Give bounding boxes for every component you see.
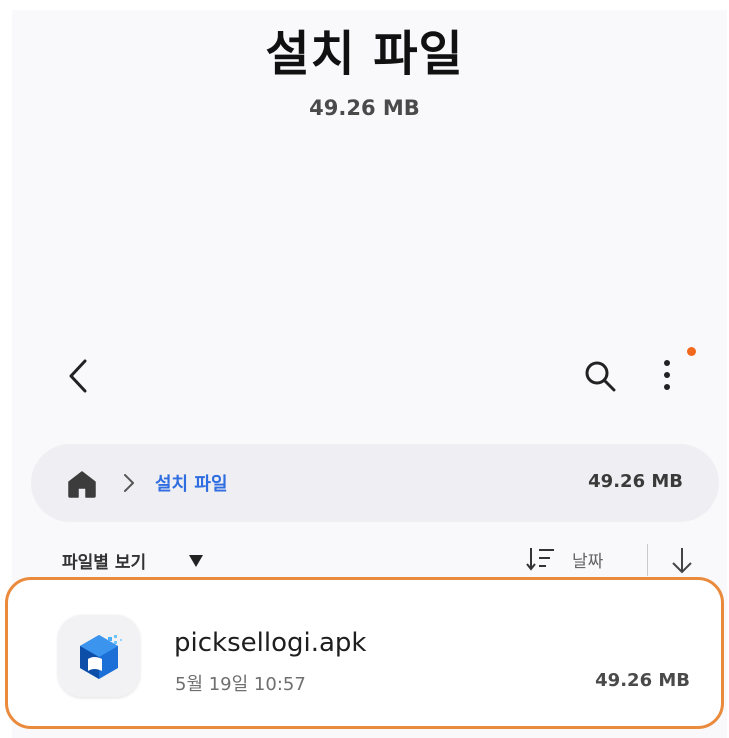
file-manager-screen: 설치 파일 49.26 MB 설치 파일 49.26 MB 파일별 보기 날짜 … xyxy=(0,0,729,738)
file-date: 5월 19일 10:57 xyxy=(175,674,306,695)
file-name: picksellogi.apk xyxy=(174,628,367,658)
caret-down-icon[interactable] xyxy=(188,553,204,567)
home-icon xyxy=(68,471,96,498)
search-button[interactable] xyxy=(580,355,620,397)
sort-icon[interactable] xyxy=(526,546,556,572)
breadcrumb-folder-size: 49.26 MB xyxy=(588,471,683,492)
divider xyxy=(647,544,648,576)
sort-by-date-button[interactable]: 날짜 xyxy=(572,547,603,572)
more-options-button[interactable] xyxy=(652,352,682,398)
chevron-left-icon xyxy=(69,359,87,393)
breadcrumb-current-folder[interactable]: 설치 파일 xyxy=(155,470,228,496)
list-item[interactable]: picksellogi.apk 5월 19일 10:57 49.26 MB xyxy=(5,577,724,729)
more-vertical-icon xyxy=(664,360,670,390)
chevron-right-icon xyxy=(121,471,137,495)
breadcrumb: 설치 파일 49.26 MB xyxy=(31,444,719,522)
page-title: 설치 파일 xyxy=(265,26,464,82)
view-by-file-filter[interactable]: 파일별 보기 xyxy=(62,548,146,573)
edge-top xyxy=(0,0,729,10)
page-total-size: 49.26 MB xyxy=(309,96,420,120)
search-icon xyxy=(585,361,616,392)
breadcrumb-home-button[interactable] xyxy=(67,469,97,499)
arrow-down-icon xyxy=(672,548,692,574)
notification-dot xyxy=(687,347,696,356)
apk-app-icon xyxy=(58,615,140,697)
back-button[interactable] xyxy=(60,355,96,397)
sort-direction-button[interactable] xyxy=(668,544,696,576)
file-size: 49.26 MB xyxy=(595,670,690,691)
